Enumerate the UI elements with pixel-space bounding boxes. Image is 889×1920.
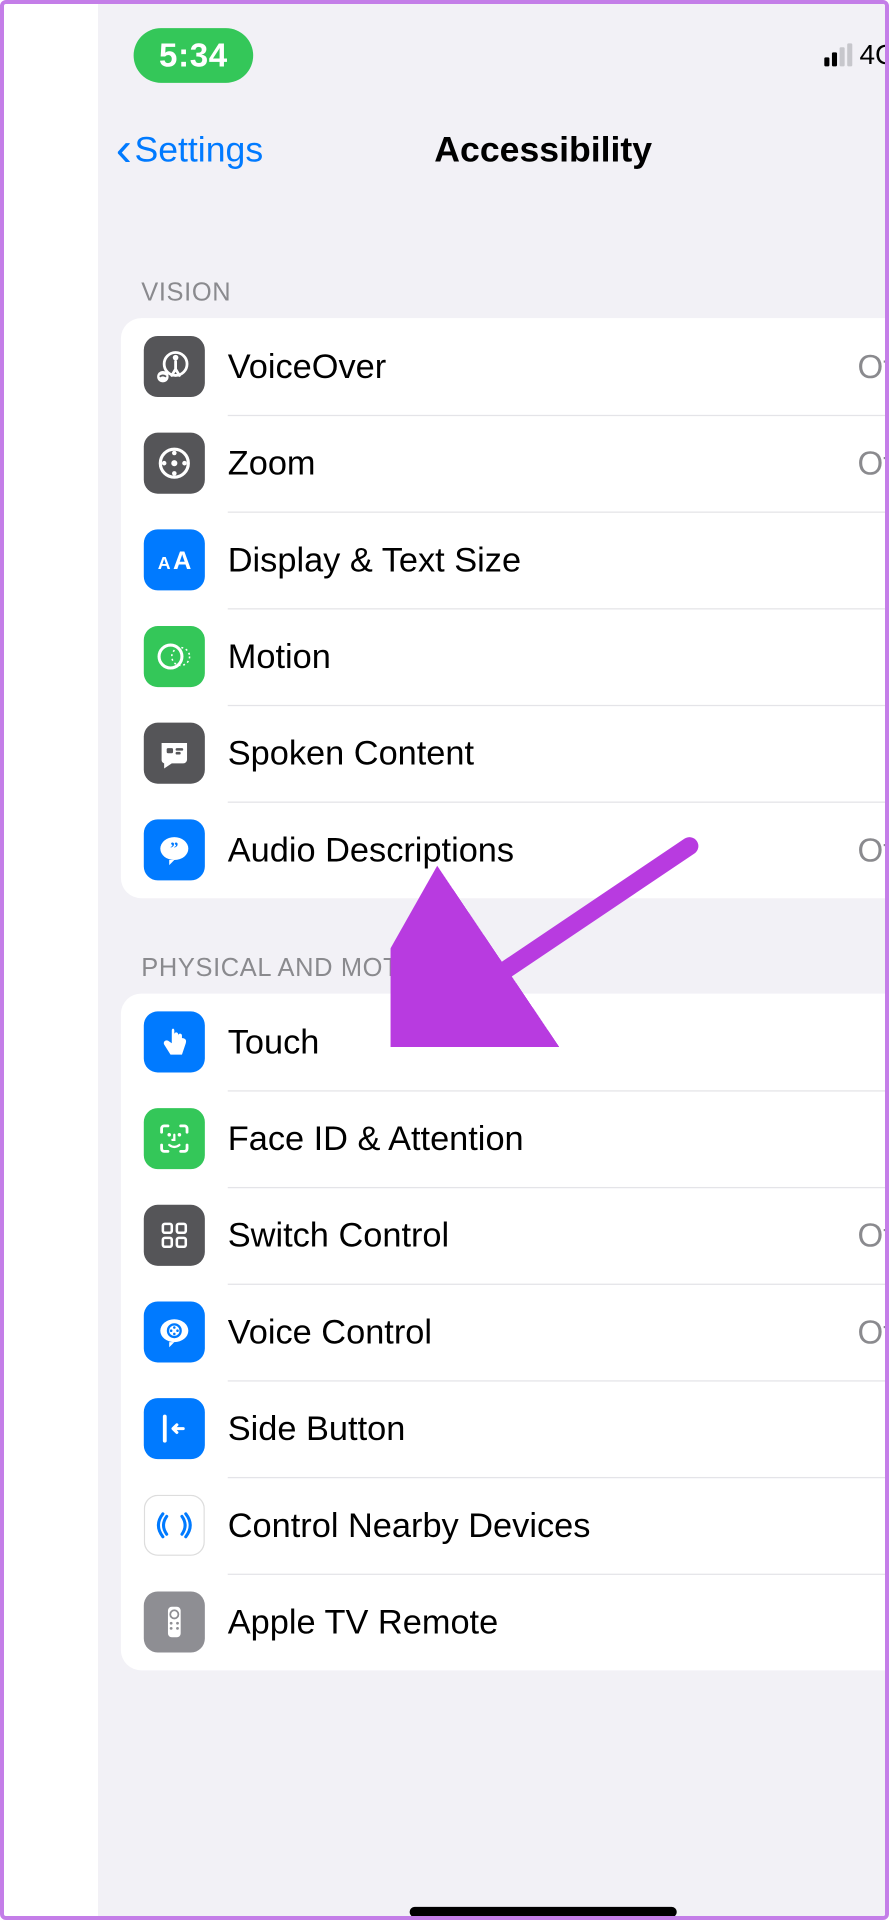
navigation-bar: ‹ Settings Accessibility <box>98 106 889 195</box>
row-touch[interactable]: Touch › <box>121 994 889 1091</box>
row-label: Control Nearby Devices <box>228 1506 878 1545</box>
svg-text:A: A <box>173 547 191 575</box>
side-button-icon <box>144 1398 205 1459</box>
row-apple-tv-remote[interactable]: Apple TV Remote › <box>121 1574 889 1671</box>
row-control-nearby[interactable]: Control Nearby Devices › <box>121 1477 889 1574</box>
section-header-physical-motor: PHYSICAL AND MOTOR <box>98 944 889 994</box>
chevron-left-icon: ‹ <box>116 126 132 174</box>
voiceover-icon <box>144 336 205 397</box>
row-voice-control[interactable]: Voice Control Off › <box>121 1284 889 1381</box>
apple-tv-remote-icon <box>144 1591 205 1652</box>
switch-control-icon <box>144 1205 205 1266</box>
row-label: Motion <box>228 637 878 676</box>
text-size-icon: AA <box>144 529 205 590</box>
row-status: Off <box>858 1312 889 1351</box>
row-spoken-content[interactable]: Spoken Content › <box>121 705 889 802</box>
row-label: Touch <box>228 1022 878 1061</box>
status-time: 5:34 <box>159 35 228 73</box>
row-label: Display & Text Size <box>228 540 878 579</box>
row-status: Off <box>858 1216 889 1255</box>
touch-icon <box>144 1011 205 1072</box>
row-side-button[interactable]: Side Button › <box>121 1380 889 1477</box>
row-label: Switch Control <box>228 1216 835 1255</box>
row-face-id-attention[interactable]: Face ID & Attention › <box>121 1090 889 1187</box>
row-label: Audio Descriptions <box>228 830 835 869</box>
voice-control-icon <box>144 1301 205 1362</box>
control-nearby-icon <box>144 1495 205 1556</box>
row-label: Apple TV Remote <box>228 1602 878 1641</box>
row-switch-control[interactable]: Switch Control Off › <box>121 1187 889 1284</box>
row-zoom[interactable]: Zoom Off › <box>121 415 889 512</box>
svg-text:”: ” <box>170 839 178 858</box>
audio-descriptions-icon: ” <box>144 819 205 880</box>
list-vision: VoiceOver Off › Zoom Off › AA Display & … <box>121 318 889 898</box>
cellular-signal-icon <box>824 43 852 66</box>
spoken-content-icon <box>144 723 205 784</box>
row-motion[interactable]: Motion › <box>121 608 889 705</box>
row-status: Off <box>858 443 889 482</box>
network-type-label: 4G <box>859 38 889 71</box>
row-status: Off <box>858 830 889 869</box>
list-physical-motor: Touch › Face ID & Attention › Switch Con… <box>121 994 889 1671</box>
status-time-pill[interactable]: 5:34 <box>134 28 254 83</box>
row-status: Off <box>858 347 889 386</box>
row-label: Spoken Content <box>228 733 878 772</box>
row-label: VoiceOver <box>228 347 835 386</box>
row-audio-descriptions[interactable]: ” Audio Descriptions Off › <box>121 802 889 899</box>
motion-icon <box>144 626 205 687</box>
back-label: Settings <box>134 130 263 171</box>
row-label: Zoom <box>228 443 835 482</box>
status-indicators: 4G ⚡︎ <box>824 38 889 71</box>
zoom-icon <box>144 433 205 494</box>
face-id-icon <box>144 1108 205 1169</box>
home-indicator[interactable] <box>410 1907 677 1917</box>
row-label: Voice Control <box>228 1312 835 1351</box>
status-bar: 5:34 4G ⚡︎ <box>98 4 889 106</box>
row-label: Face ID & Attention <box>228 1119 878 1158</box>
back-button[interactable]: ‹ Settings <box>116 126 263 174</box>
section-header-vision: VISION <box>98 269 889 319</box>
row-label: Side Button <box>228 1409 878 1448</box>
svg-text:A: A <box>158 553 171 573</box>
row-voiceover[interactable]: VoiceOver Off › <box>121 318 889 415</box>
row-display-text-size[interactable]: AA Display & Text Size › <box>121 512 889 609</box>
